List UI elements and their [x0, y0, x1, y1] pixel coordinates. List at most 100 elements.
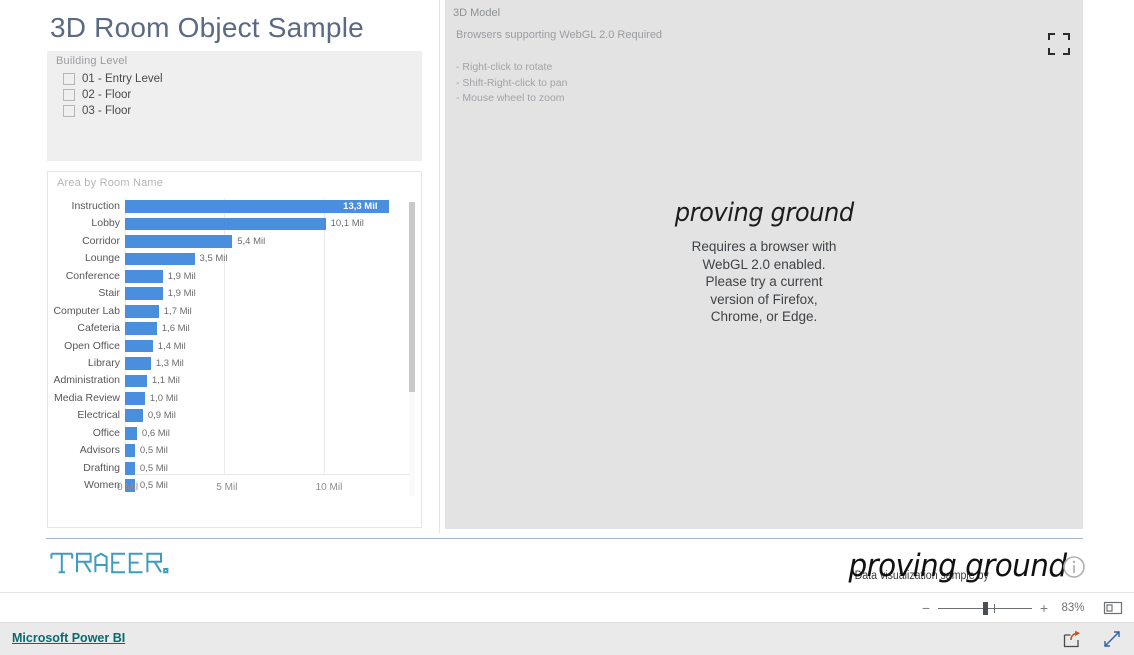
- fit-to-page-icon[interactable]: [1102, 597, 1124, 619]
- interaction-hints: - Right-click to rotate - Shift-Right-cli…: [456, 60, 567, 107]
- report-footer: Data visualization sample by proving gro…: [0, 539, 1134, 592]
- chart-bar[interactable]: [125, 304, 159, 318]
- checkbox-icon[interactable]: [63, 105, 75, 117]
- proving-ground-logo: proving ground: [674, 198, 854, 228]
- chart-gridline: [323, 198, 325, 474]
- chart-bar-value-label: 0,5 Mil: [139, 462, 168, 474]
- chart-title: Area by Room Name: [57, 177, 164, 189]
- chart-bar[interactable]: [125, 269, 163, 283]
- chart-bar[interactable]: [125, 217, 326, 231]
- zoom-level-label: 83%: [1061, 602, 1085, 614]
- chart-category-label: Stair: [98, 287, 120, 300]
- chart-category-label: Open Office: [64, 339, 120, 352]
- chart-category-label-row: Stair: [48, 285, 120, 302]
- zoom-controls: − + 83%: [918, 593, 1124, 623]
- chart-category-label: Library: [87, 356, 120, 369]
- zoom-status-bar: − + 83%: [0, 592, 1134, 623]
- webgl-unsupported-message: proving ground Requires a browser with W…: [445, 200, 1083, 326]
- chart-bar-value-label: 1,4 Mil: [157, 340, 186, 352]
- panel-3d-model[interactable]: 3D Model Browsers supporting WebGL 2.0 R…: [445, 0, 1083, 529]
- checkbox-icon[interactable]: [63, 89, 75, 101]
- chart-bar[interactable]: [125, 444, 135, 458]
- chart-category-label: Office: [92, 426, 120, 439]
- webgl-requirement-note: Browsers supporting WebGL 2.0 Required: [456, 29, 663, 41]
- chart-bar[interactable]: [125, 357, 151, 370]
- chart-category-label-row: Electrical: [48, 407, 120, 424]
- chart-category-label-row: Conference: [48, 268, 120, 285]
- proving-ground-credit-logo: proving ground: [847, 548, 1067, 584]
- chart-category-label: Corridor: [82, 234, 120, 247]
- chart-bar-value-label: 0,9 Mil: [147, 410, 176, 422]
- chart-category-axis: Instruction Lobby Corridor Lounge Conference…: [48, 198, 120, 494]
- chart-bar[interactable]: [125, 252, 195, 266]
- chart-bar-value-label: 1,9 Mil: [167, 270, 196, 282]
- info-icon[interactable]: [1062, 555, 1086, 579]
- chart-category-label: Lounge: [84, 252, 120, 265]
- interaction-hint: - Shift-Right-click to pan: [456, 76, 568, 89]
- chart-category-label-row: Advisors: [48, 442, 120, 459]
- slicer-item-label: 01 - Entry Level: [82, 73, 163, 85]
- chart-category-label: Electrical: [77, 409, 120, 422]
- chart-bar[interactable]: [125, 235, 233, 248]
- chart-category-label-row: Cafeteria: [48, 320, 120, 337]
- chart-category-label-row: Office: [48, 425, 120, 442]
- slicer-item[interactable]: 01 - Entry Level: [57, 71, 163, 87]
- expand-arrows-icon[interactable]: [1102, 629, 1122, 649]
- chart-bar-value-label: 1,1 Mil: [151, 375, 180, 387]
- chart-scrollbar[interactable]: [409, 202, 415, 496]
- chart-bar[interactable]: [125, 409, 143, 423]
- share-icon[interactable]: [1062, 629, 1082, 649]
- chart-category-label-row: Library: [48, 355, 120, 372]
- chart-category-label-row: Lobby: [48, 215, 120, 232]
- slicer-title: Building Level: [56, 55, 128, 67]
- chart-scrollbar-thumb[interactable]: [409, 202, 415, 392]
- slicer-item[interactable]: 03 - Floor: [57, 103, 163, 119]
- vertical-divider: [439, 0, 440, 533]
- fullscreen-icon[interactable]: [1045, 30, 1073, 58]
- panel-title: 3D Model: [453, 7, 501, 19]
- interaction-hint: - Right-click to rotate: [456, 61, 553, 73]
- chart-bar[interactable]: [125, 287, 163, 301]
- zoom-slider-thumb[interactable]: [983, 602, 988, 615]
- chart-category-label: Conference: [65, 269, 120, 282]
- chart-category-label: Advisors: [79, 444, 120, 457]
- page-title: 3D Room Object Sample: [50, 12, 364, 43]
- chart-category-label-row: Corridor: [48, 233, 120, 250]
- chart-axis-baseline: [125, 474, 415, 475]
- plus-icon[interactable]: +: [1036, 601, 1052, 615]
- slicer-building-level[interactable]: Building Level 01 - Entry Level 02 - Floo…: [47, 51, 422, 161]
- chart-bar-value-label: 1,7 Mil: [163, 305, 192, 317]
- chart-bar[interactable]: [125, 322, 157, 336]
- chart-bar[interactable]: [125, 426, 137, 440]
- chart-bar[interactable]: [125, 392, 145, 405]
- chart-bar[interactable]: [125, 461, 135, 475]
- chart-bar-value-label: 5,4 Mil: [237, 235, 266, 247]
- interaction-hint: - Mouse wheel to zoom: [456, 92, 565, 104]
- microsoft-power-bi-link[interactable]: Microsoft Power BI: [12, 631, 125, 645]
- chart-bar-value-label: 1,3 Mil: [155, 357, 184, 369]
- slicer-item-label: 02 - Floor: [82, 89, 132, 101]
- chart-category-label: Drafting: [83, 461, 120, 474]
- minus-icon[interactable]: −: [918, 601, 934, 615]
- tracer-logo: [49, 549, 169, 582]
- checkbox-icon[interactable]: [63, 73, 75, 85]
- zoom-slider[interactable]: [938, 602, 1032, 615]
- chart-bar-value-label: 1,9 Mil: [167, 288, 196, 300]
- slicer-item-list: 01 - Entry Level 02 - Floor 03 - Floor: [57, 71, 163, 119]
- power-bi-report-viewer: 3D Room Object Sample Building Level 01 …: [0, 0, 1134, 655]
- chart-bar-value-label: 1,6 Mil: [161, 323, 190, 335]
- report-canvas: 3D Room Object Sample Building Level 01 …: [0, 0, 1134, 592]
- slicer-item[interactable]: 02 - Floor: [57, 87, 163, 103]
- chart-bar-value-label: 1,0 Mil: [149, 392, 178, 404]
- chart-plot-area: Instruction Lobby Corridor Lounge Conference…: [48, 198, 421, 526]
- chart-bar[interactable]: [125, 374, 147, 388]
- chart-area-by-room-name[interactable]: Area by Room Name Instruction Lobby Corrid…: [47, 171, 422, 528]
- chart-category-label: Lobby: [91, 217, 120, 230]
- chart-category-label-row: Lounge: [48, 250, 120, 267]
- chart-category-label-row: Instruction: [48, 198, 120, 215]
- chart-bar[interactable]: [125, 339, 153, 353]
- powerbi-bottom-bar: Microsoft Power BI: [0, 622, 1134, 655]
- chart-bar-value-label: 3,5 Mil: [199, 253, 228, 265]
- chart-category-label-row: Administration: [48, 372, 120, 389]
- chart-bar-value-label: 0,5 Mil: [139, 445, 168, 457]
